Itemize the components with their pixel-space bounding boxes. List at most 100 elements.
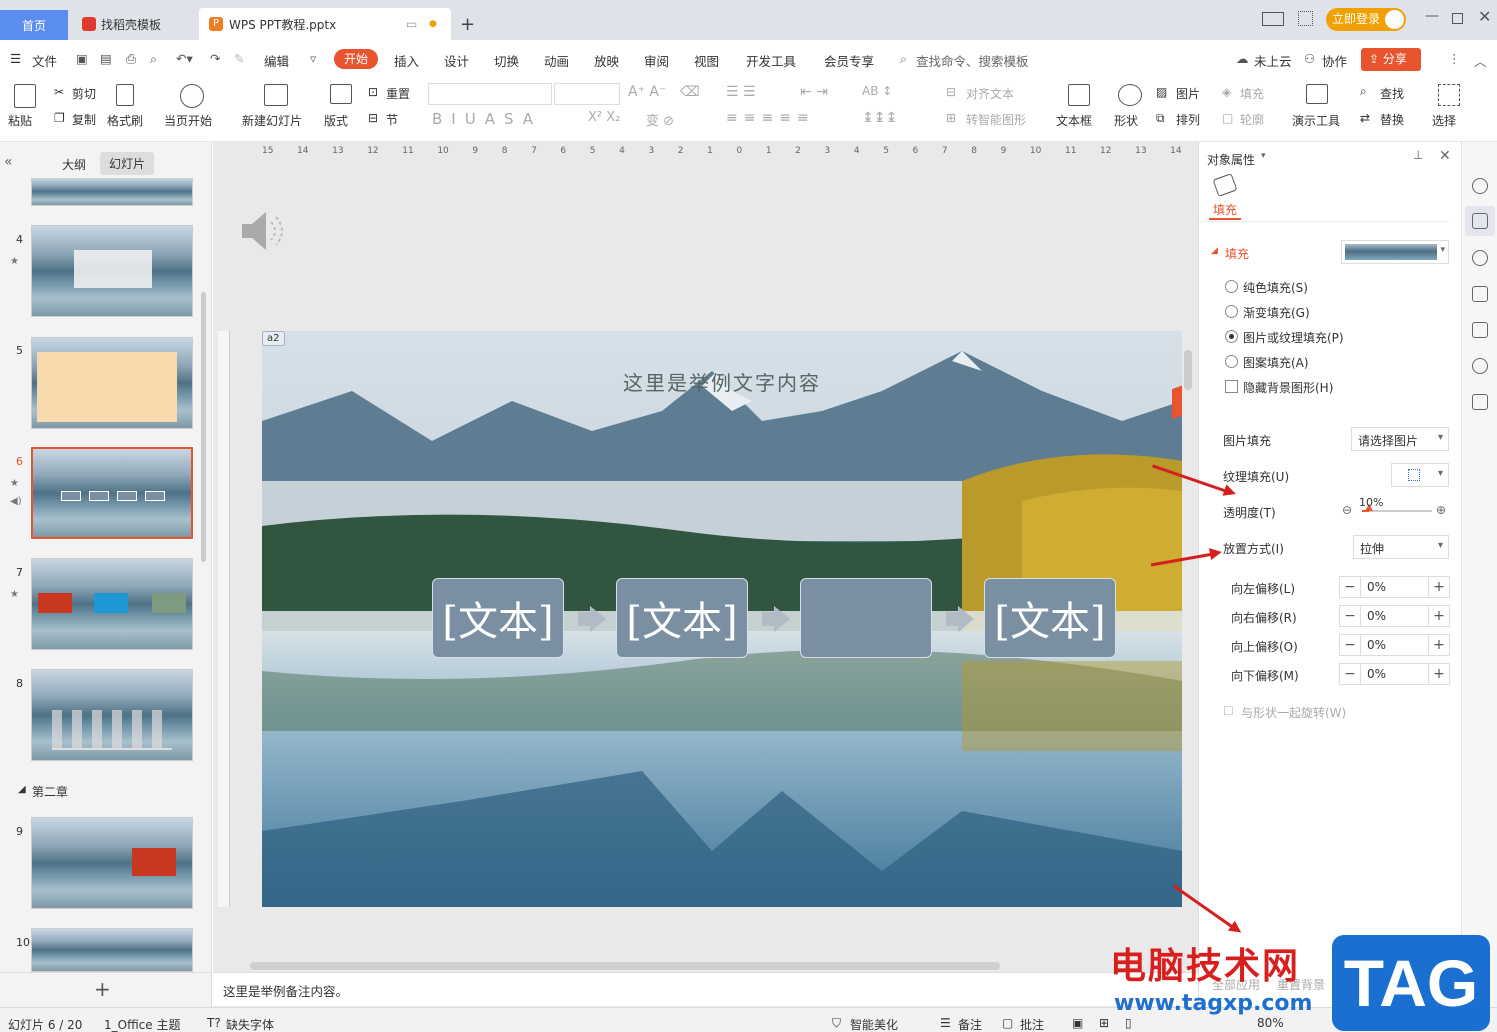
flow-box-2[interactable]: [文本] — [616, 578, 748, 658]
undo-icon[interactable]: ↶▾ — [176, 51, 193, 66]
rotate-with-shape-label[interactable]: 与形状一起旋转(W) — [1241, 704, 1346, 721]
minus-icon[interactable]: − — [1340, 666, 1360, 682]
section-title[interactable]: 第二章 — [32, 783, 68, 800]
picture-fill-radio[interactable] — [1225, 330, 1238, 343]
gradient-fill-label[interactable]: 渐变填充(G) — [1243, 304, 1310, 321]
copy-button[interactable]: 复制 — [72, 111, 96, 128]
sliders-icon[interactable] — [1472, 213, 1488, 229]
speaker-icon[interactable] — [238, 206, 288, 256]
minus-icon[interactable]: − — [1340, 608, 1360, 624]
layout-icon[interactable] — [1262, 12, 1284, 26]
notes-text[interactable]: 这里是举例备注内容。 — [223, 984, 348, 999]
play-icon[interactable] — [180, 84, 204, 108]
slide-thumbnail[interactable] — [31, 225, 193, 317]
menu-devtools[interactable]: 开发工具 — [746, 51, 796, 70]
flow-box-4[interactable]: [文本] — [984, 578, 1116, 658]
slide-thumbnail[interactable] — [31, 558, 193, 650]
plus-icon[interactable]: + — [1429, 608, 1449, 624]
animation-tag[interactable]: a2 — [262, 331, 285, 346]
gradient-fill-radio[interactable] — [1225, 305, 1238, 318]
tab-document[interactable]: P WPS PPT教程.pptx ▭ ● — [199, 8, 451, 40]
phonetic-icon[interactable]: 变 ⊘ — [646, 110, 674, 129]
fill-tab[interactable]: 填充 — [1213, 201, 1237, 218]
menu-design[interactable]: 设计 — [444, 51, 469, 70]
shape-icon[interactable] — [1118, 84, 1142, 106]
star-animation-icon[interactable] — [1472, 250, 1488, 266]
bullets-icon[interactable]: ☰ ☰ — [726, 84, 756, 100]
format-painter-icon[interactable] — [116, 84, 134, 106]
reset-button[interactable]: 重置 — [386, 85, 410, 102]
layout-icon-ribbon[interactable] — [330, 84, 352, 104]
textbox-button[interactable]: 文本框 — [1056, 112, 1092, 129]
rocket-icon[interactable] — [1472, 178, 1488, 194]
panel-title[interactable]: 对象属性 — [1207, 151, 1255, 168]
maximize-icon[interactable] — [1452, 13, 1463, 24]
select-button[interactable]: 选择 — [1432, 112, 1456, 129]
slide-title[interactable]: 这里是举例文字内容 — [262, 367, 1182, 396]
cloud-status[interactable]: 未上云 — [1254, 51, 1292, 70]
shape-button[interactable]: 形状 — [1114, 112, 1138, 129]
tab-home[interactable]: 首页 — [0, 10, 68, 40]
transparency-minus-icon[interactable]: ⊖ — [1342, 503, 1352, 517]
section-collapse-icon[interactable]: ◢ — [18, 784, 26, 795]
flow-box-3[interactable] — [800, 578, 932, 658]
slide-canvas[interactable]: a2 这里是举例文字内容 [文本] [文本] [文本] — [262, 331, 1182, 907]
close-window-icon[interactable]: ✕ — [1478, 7, 1491, 26]
placement-select[interactable]: 拉伸 — [1353, 535, 1449, 559]
save-icon[interactable]: ▣ — [76, 51, 88, 66]
offset-top-stepper[interactable]: −0% + — [1339, 634, 1450, 656]
menu-slideshow[interactable]: 放映 — [594, 51, 619, 70]
login-button[interactable]: 立即登录 — [1326, 8, 1406, 31]
pattern-fill-radio[interactable] — [1225, 355, 1238, 368]
text-style-icons[interactable]: BIUASA — [432, 110, 542, 128]
slide-thumbnail[interactable] — [31, 337, 193, 429]
location-icon[interactable] — [1472, 358, 1488, 374]
plus-icon[interactable]: + — [1429, 666, 1449, 682]
fill-section-header[interactable]: 填充 — [1225, 245, 1249, 262]
notes-toggle[interactable]: 备注 — [958, 1016, 982, 1032]
texture-fill-select[interactable] — [1391, 463, 1449, 487]
transparency-slider[interactable] — [1362, 504, 1432, 512]
outline-tab[interactable]: 大纲 — [62, 156, 86, 173]
offset-top-value[interactable]: 0% — [1360, 635, 1429, 655]
missing-font-button[interactable]: 缺失字体 — [226, 1016, 274, 1032]
collapse-panel-icon[interactable]: « — [4, 154, 13, 170]
collab-button[interactable]: 协作 — [1322, 51, 1347, 70]
plus-icon[interactable]: + — [1429, 579, 1449, 595]
paste-button[interactable]: 粘贴 — [8, 112, 32, 129]
new-slide-icon[interactable] — [264, 84, 288, 106]
slide-thumbnail[interactable] — [31, 669, 193, 761]
menu-animation[interactable]: 动画 — [544, 51, 569, 70]
image-tool-icon[interactable] — [1472, 322, 1488, 338]
offset-left-stepper[interactable]: −0% + — [1339, 576, 1450, 598]
grid-apps-icon[interactable] — [1298, 11, 1313, 26]
theme-name[interactable]: 1_Office 主题 — [104, 1016, 180, 1032]
grow-font-icon[interactable]: A⁺ A⁻ — [628, 84, 666, 100]
hide-bg-label[interactable]: 隐藏背景图形(H) — [1243, 379, 1333, 396]
comments-toggle[interactable]: 批注 — [1020, 1016, 1044, 1032]
normal-view-icon[interactable]: ▣ — [1072, 1016, 1083, 1030]
menu-review[interactable]: 审阅 — [644, 51, 669, 70]
flow-box-1[interactable]: [文本] — [432, 578, 564, 658]
comment-icon[interactable] — [1472, 286, 1488, 302]
menu-view[interactable]: 视图 — [694, 51, 719, 70]
slide-thumbnail-selected[interactable] — [30, 446, 194, 540]
picture-button[interactable]: 图片 — [1176, 85, 1200, 102]
monitor-icon[interactable]: ▭ — [406, 17, 417, 31]
slide-thumbnail[interactable] — [31, 928, 193, 972]
more-chevron-icon[interactable]: ▿ — [310, 51, 316, 66]
font-name-select[interactable] — [428, 83, 552, 105]
hamburger-icon[interactable]: ☰ — [10, 51, 21, 66]
hide-bg-checkbox[interactable] — [1225, 380, 1238, 393]
menu-insert[interactable]: 插入 — [394, 51, 419, 70]
more-icon[interactable]: ⋮ — [1448, 51, 1461, 66]
smart-shape-button[interactable]: 转智能图形 — [966, 111, 1026, 128]
format-painter-button[interactable]: 格式刷 — [107, 112, 143, 129]
offset-bottom-value[interactable]: 0% — [1360, 664, 1429, 684]
rotate-with-shape-checkbox[interactable]: ☐ — [1223, 704, 1234, 718]
new-tab-button[interactable]: + — [460, 8, 475, 40]
slide-thumbnail[interactable] — [31, 817, 193, 909]
format-icon[interactable]: ✎ — [234, 51, 244, 66]
slide-thumbnail[interactable] — [31, 178, 193, 206]
command-search[interactable]: 查找命令、搜索模板 — [916, 51, 1029, 70]
